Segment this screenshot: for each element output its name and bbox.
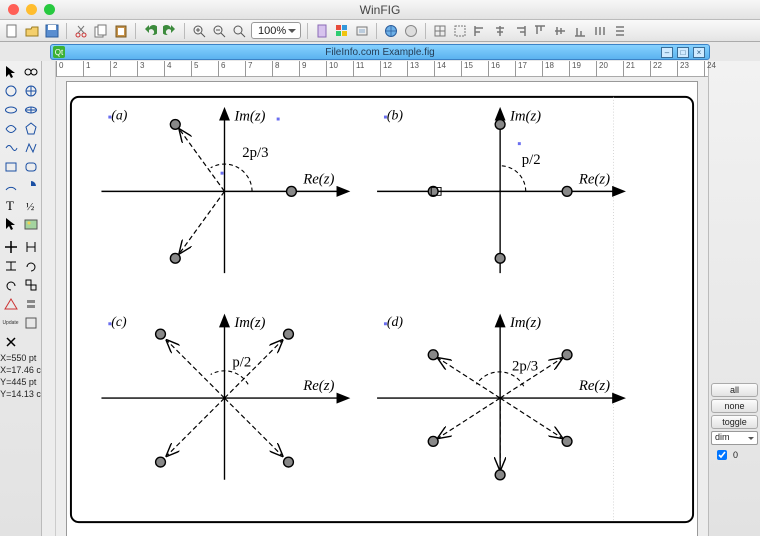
svg-text:p/2: p/2 <box>232 355 251 371</box>
svg-text:p/2: p/2 <box>522 152 541 168</box>
layer-all-button[interactable]: all <box>711 383 758 397</box>
align-bottom-button[interactable] <box>572 23 588 39</box>
circle-tool[interactable] <box>2 82 20 99</box>
svg-text:½: ½ <box>26 201 34 212</box>
drawing-canvas[interactable]: (a) Im(z) Re(z) 2p/3 <box>66 81 698 536</box>
copy-button[interactable] <box>93 23 109 39</box>
svg-text:Re(z): Re(z) <box>578 172 610 188</box>
rotate2-tool[interactable] <box>2 276 20 293</box>
zoom-out-button[interactable] <box>211 23 227 39</box>
zoom-combo[interactable]: 100% <box>251 22 301 39</box>
help-button[interactable] <box>403 23 419 39</box>
mirror-tool[interactable] <box>22 63 40 80</box>
paste-button[interactable] <box>113 23 129 39</box>
ellipse-tool[interactable] <box>2 101 20 118</box>
undo-button[interactable] <box>142 23 158 39</box>
fill-tool[interactable] <box>2 215 20 232</box>
zoom-in-button[interactable] <box>191 23 207 39</box>
dist-h-button[interactable] <box>592 23 608 39</box>
closed-spline-tool[interactable] <box>2 120 20 137</box>
polygon-tool[interactable] <box>22 120 40 137</box>
move-tool[interactable] <box>2 238 20 255</box>
open-button[interactable] <box>24 23 40 39</box>
select-tool[interactable] <box>2 63 20 80</box>
fig-b-label: (b) <box>387 108 403 124</box>
layer-0-checkbox[interactable]: 0 <box>711 447 758 463</box>
palette-button[interactable] <box>334 23 350 39</box>
delete-tool[interactable] <box>2 333 20 350</box>
flip-v-tool[interactable] <box>2 257 20 274</box>
grid-button[interactable] <box>432 23 448 39</box>
doc-maximize-icon[interactable]: □ <box>677 47 689 58</box>
image-tool[interactable] <box>22 215 40 232</box>
rectangle-tool[interactable] <box>2 158 20 175</box>
svg-text:Im(z): Im(z) <box>233 108 265 124</box>
ellipse-cross2-tool[interactable] <box>22 101 40 118</box>
text-tool[interactable]: T <box>2 196 20 213</box>
svg-text:2p/3: 2p/3 <box>512 359 538 375</box>
doc-close-icon[interactable]: × <box>693 47 705 58</box>
coords-readout: X=550 pt X=17.46 c Y=445 pt Y=14.13 c <box>0 350 42 404</box>
main-toolbar: 100% <box>0 20 760 42</box>
svg-text:Re(z): Re(z) <box>578 378 610 394</box>
layers-tool[interactable] <box>22 295 40 312</box>
svg-text:Re(z): Re(z) <box>302 378 334 394</box>
align-center-button[interactable] <box>492 23 508 39</box>
ruler-h: 0123456789101112131415161718192021222324 <box>56 61 708 77</box>
page-button[interactable] <box>314 23 330 39</box>
scale-tool[interactable] <box>22 276 40 293</box>
tool-palette: T ½ Update X=550 pt X=17.46 c Y=445 pt Y… <box>0 61 42 536</box>
app-title: WinFIG <box>0 3 760 17</box>
pie-tool[interactable] <box>22 177 40 194</box>
ruler-v <box>42 61 56 536</box>
update-tool[interactable]: Update <box>2 314 20 331</box>
fig-a-label: (a) <box>111 108 127 124</box>
svg-text:Im(z): Im(z) <box>509 108 541 124</box>
fig-c-label: (c) <box>111 314 127 330</box>
svg-text:T: T <box>6 198 14 212</box>
globe-button[interactable] <box>383 23 399 39</box>
group-button[interactable] <box>354 23 370 39</box>
ellipse-cross-tool[interactable] <box>22 82 40 99</box>
layer-dim-combo[interactable]: dim <box>711 431 758 445</box>
layer-panel: all none toggle dim 0 <box>708 61 760 536</box>
redo-button[interactable] <box>162 23 178 39</box>
align-middle-button[interactable] <box>552 23 568 39</box>
zoom-fit-button[interactable] <box>231 23 247 39</box>
rotate-tool[interactable] <box>22 257 40 274</box>
align-right-button[interactable] <box>512 23 528 39</box>
open-polygon-tool[interactable] <box>22 139 40 156</box>
fig-d-label: (d) <box>387 314 403 330</box>
svg-text:Im(z): Im(z) <box>509 315 541 331</box>
svg-text:Re(z): Re(z) <box>302 172 334 188</box>
doc-titlebar: Qt FileInfo.com Example.fig – □ × <box>50 44 710 60</box>
svg-text:Im(z): Im(z) <box>233 315 265 331</box>
align-top-button[interactable] <box>532 23 548 39</box>
dist-v-button[interactable] <box>612 23 628 39</box>
layer-toggle-button[interactable]: toggle <box>711 415 758 429</box>
round-rect-tool[interactable] <box>22 158 40 175</box>
doc-minimize-icon[interactable]: – <box>661 47 673 58</box>
props-tool[interactable] <box>22 314 40 331</box>
flip-h-tool[interactable] <box>22 238 40 255</box>
arc-tool[interactable] <box>2 177 20 194</box>
cut-button[interactable] <box>73 23 89 39</box>
new-button[interactable] <box>4 23 20 39</box>
layer-none-button[interactable]: none <box>711 399 758 413</box>
snap-button[interactable] <box>452 23 468 39</box>
qt-icon: Qt <box>53 46 65 58</box>
window-titlebar: WinFIG <box>0 0 760 20</box>
polyline-tool[interactable] <box>2 139 20 156</box>
doc-title: FileInfo.com Example.fig <box>325 47 435 58</box>
text2-tool[interactable]: ½ <box>22 196 40 213</box>
svg-text:2p/3: 2p/3 <box>242 145 268 161</box>
save-button[interactable] <box>44 23 60 39</box>
align-left-button[interactable] <box>472 23 488 39</box>
warn-tool[interactable] <box>2 295 20 312</box>
